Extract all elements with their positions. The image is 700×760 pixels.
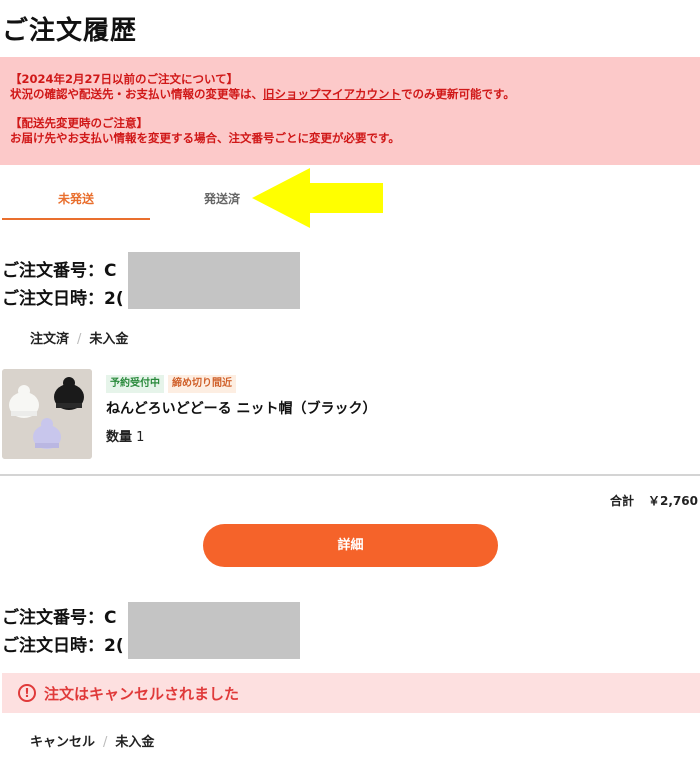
order-detail-button[interactable]: 詳細 bbox=[203, 524, 498, 567]
notice-legacy-body: 状況の確認や配送先・お支払い情報の変更等は、旧ショップマイアカウントでのみ更新可… bbox=[10, 87, 690, 102]
badge-deadline-soon: 締め切り間近 bbox=[168, 375, 236, 393]
knit-hats-product-image[interactable] bbox=[2, 369, 92, 459]
notice-legacy-text-after: でのみ更新可能です。 bbox=[401, 87, 515, 101]
notice-address-change-body: お届け先やお支払い情報を変更する場合、注文番号ごとに変更が必要です。 bbox=[10, 131, 400, 145]
order-status-line: キャンセル / 未入金 bbox=[30, 731, 154, 750]
divider bbox=[0, 474, 700, 476]
notice-heading-legacy: 【2024年2月27日以前のご注文について】 bbox=[10, 72, 239, 86]
product-badges: 予約受付中 締め切り間近 bbox=[106, 371, 240, 393]
status-separator: / bbox=[103, 735, 108, 750]
product-quantity: 数量 1 bbox=[106, 426, 144, 445]
alert-circle-icon: ! bbox=[18, 684, 36, 702]
quantity-label: 数量 bbox=[106, 430, 133, 445]
order-status: 注文済 bbox=[30, 332, 70, 347]
badge-preorder-open: 予約受付中 bbox=[106, 375, 164, 393]
legacy-orders-notice: 【2024年2月27日以前のご注文について】 状況の確認や配送先・お支払い情報の… bbox=[0, 57, 700, 165]
status-separator: / bbox=[77, 332, 82, 347]
arrow-annotation-shape bbox=[252, 168, 383, 228]
total-label: 合計 bbox=[610, 494, 635, 508]
order-date: ご注文日時：2( bbox=[2, 289, 124, 309]
order-number: ご注文番号：C bbox=[2, 608, 117, 628]
cancel-banner: ! 注文はキャンセルされました bbox=[2, 673, 700, 713]
order-number: ご注文番号：C bbox=[2, 261, 117, 281]
page-title: ご注文履歴 bbox=[2, 16, 138, 46]
old-shop-account-link[interactable]: 旧ショップマイアカウント bbox=[263, 87, 401, 101]
order-status-line: 注文済 / 未入金 bbox=[30, 328, 128, 347]
order-total: 合計 ￥2,760 bbox=[610, 492, 698, 509]
order-status: キャンセル bbox=[30, 735, 96, 750]
tab-unshipped[interactable]: 未発送 bbox=[2, 182, 150, 220]
payment-status: 未入金 bbox=[115, 735, 155, 750]
notice-legacy-text-before: 状況の確認や配送先・お支払い情報の変更等は、 bbox=[10, 87, 263, 101]
redaction-mask bbox=[128, 252, 300, 309]
redaction-mask bbox=[128, 602, 300, 659]
product-image-illustration bbox=[2, 369, 92, 459]
cancel-message: 注文はキャンセルされました bbox=[44, 685, 240, 703]
arrow-annotation-icon bbox=[252, 168, 383, 228]
payment-status: 未入金 bbox=[89, 332, 129, 347]
order-header: ご注文番号：C ご注文日時：2( bbox=[2, 257, 124, 313]
notice-heading-address-change: 【配送先変更時のご注意】 bbox=[10, 116, 148, 130]
quantity-value: 1 bbox=[136, 430, 145, 445]
order-header: ご注文番号：C ご注文日時：2( bbox=[2, 604, 124, 660]
total-amount: ￥2,760 bbox=[648, 494, 698, 508]
order-date: ご注文日時：2( bbox=[2, 636, 124, 656]
order-product-item: 予約受付中 締め切り間近 ねんどろいどどーる ニット帽（ブラック） 数量 1 bbox=[2, 369, 700, 461]
product-name[interactable]: ねんどろいどどーる ニット帽（ブラック） bbox=[106, 398, 376, 418]
